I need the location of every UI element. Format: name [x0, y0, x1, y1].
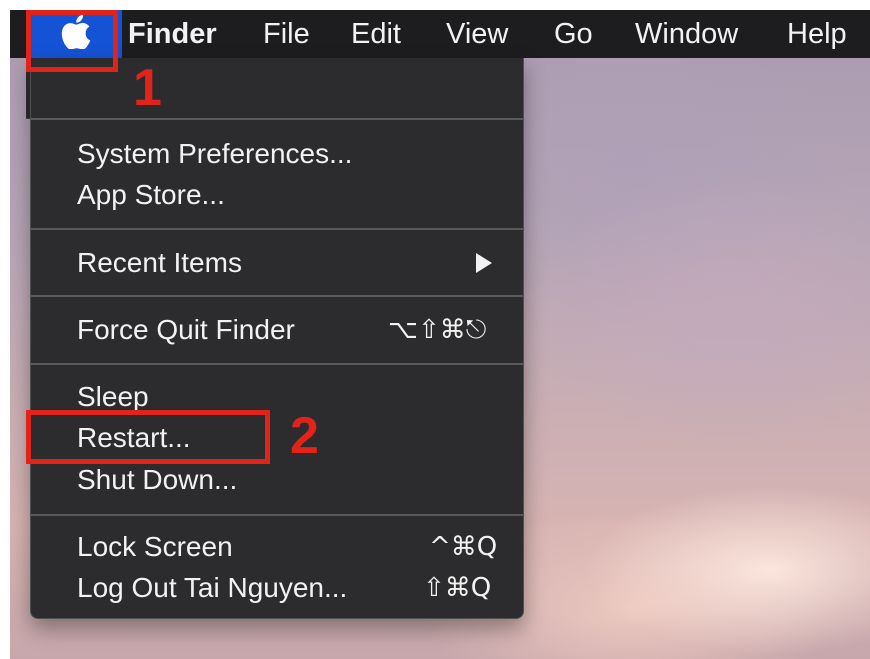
menu-separator — [31, 514, 523, 516]
apple-menu-dropdown: System Preferences... App Store... Recen… — [30, 58, 524, 619]
callout-number-1: 1 — [133, 59, 162, 117]
menu-item-system-preferences[interactable]: System Preferences... — [77, 137, 352, 171]
lock-screen-shortcut: ^⌘Q — [429, 532, 498, 562]
menu-item-lock-screen[interactable]: Lock Screen — [77, 530, 233, 564]
menu-window[interactable]: Window — [635, 10, 738, 58]
menu-item-recent-items[interactable]: Recent Items — [77, 246, 242, 280]
menu-separator — [31, 118, 523, 120]
menu-item-app-store[interactable]: App Store... — [77, 178, 225, 212]
callout-box-apple-menu — [26, 10, 118, 72]
callout-number-2: 2 — [290, 407, 319, 465]
menu-separator — [31, 228, 523, 230]
menu-separator — [31, 363, 523, 365]
menu-item-force-quit-finder[interactable]: Force Quit Finder — [77, 313, 295, 347]
menu-help[interactable]: Help — [787, 10, 847, 58]
menu-finder[interactable]: Finder — [128, 10, 217, 58]
menu-item-log-out[interactable]: Log Out Tai Nguyen... — [77, 571, 347, 605]
menu-bar: Finder File Edit View Go Window Help — [10, 10, 870, 58]
menu-item-sleep[interactable]: Sleep — [77, 380, 149, 414]
force-quit-shortcut: ⌥⇧⌘⎋ — [388, 315, 487, 345]
menu-item-shut-down[interactable]: Shut Down... — [77, 463, 237, 497]
menu-file[interactable]: File — [263, 10, 310, 58]
menu-go[interactable]: Go — [554, 10, 593, 58]
menu-edit[interactable]: Edit — [351, 10, 401, 58]
menu-view[interactable]: View — [446, 10, 508, 58]
log-out-shortcut: ⇧⌘Q — [423, 573, 492, 603]
callout-box-restart — [26, 410, 270, 464]
menu-separator — [31, 295, 523, 297]
submenu-arrow-icon — [476, 253, 492, 273]
